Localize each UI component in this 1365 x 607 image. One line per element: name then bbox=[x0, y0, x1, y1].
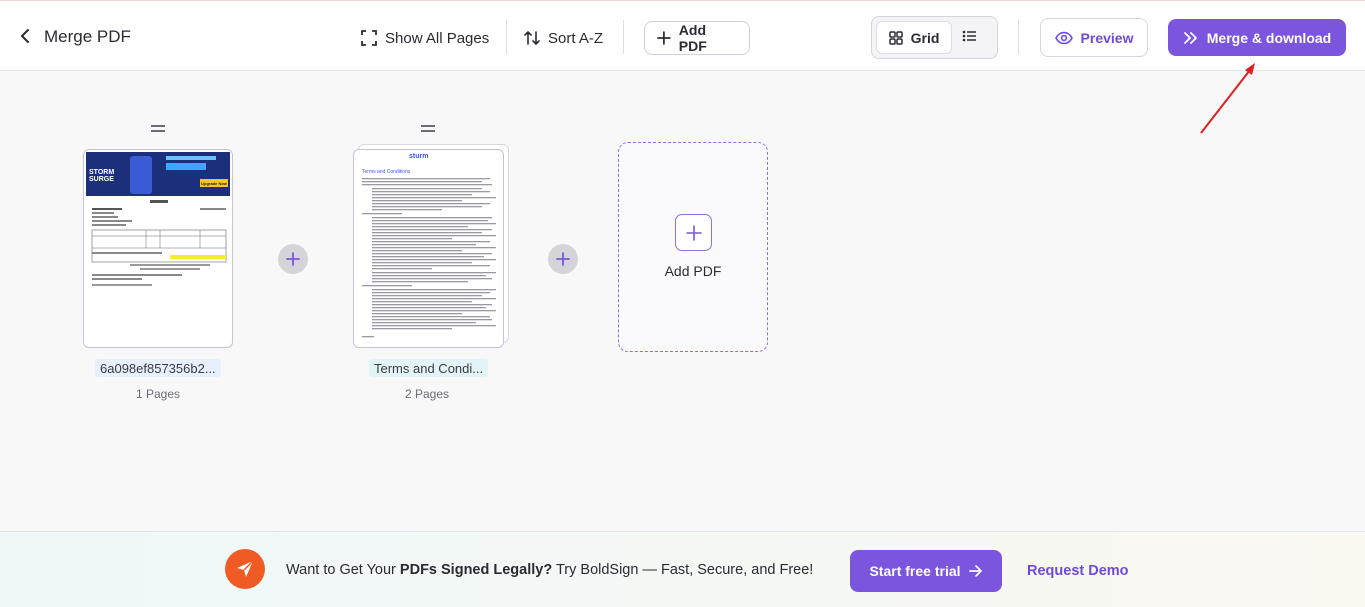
add-pdf-plus-box bbox=[675, 214, 712, 251]
drag-handle-icon[interactable] bbox=[151, 125, 165, 132]
promo-text: Want to Get Your PDFs Signed Legally? Tr… bbox=[286, 562, 814, 578]
add-pdf-label: Add PDF bbox=[678, 22, 707, 54]
divider bbox=[506, 20, 507, 54]
file-name[interactable]: 6a098ef857356b2... bbox=[95, 359, 221, 377]
merge-download-label: Merge & download bbox=[1206, 29, 1332, 46]
thumb-document-content bbox=[91, 200, 227, 286]
thumb-banner-line1: STORM bbox=[89, 169, 115, 176]
page-count: 1 Pages bbox=[136, 387, 181, 401]
plus-icon bbox=[685, 224, 702, 241]
promo-banner: Want to Get Your PDFs Signed Legally? Tr… bbox=[0, 531, 1365, 607]
thumb-doc-title: Terms and Conditions bbox=[362, 169, 411, 175]
show-all-pages-label: Show All Pages bbox=[385, 29, 490, 47]
chevron-left-icon bbox=[21, 29, 29, 43]
start-free-trial-label: Start free trial bbox=[869, 563, 961, 579]
list-icon bbox=[962, 30, 976, 42]
divider bbox=[623, 20, 624, 54]
top-toolbar: Merge PDF Show All Pages Sort A-Z Add PD… bbox=[0, 0, 1365, 71]
add-pdf-button[interactable]: Add PDF bbox=[644, 21, 750, 55]
sort-label: Sort A-Z bbox=[548, 29, 604, 47]
show-all-pages-button[interactable]: Show All Pages bbox=[361, 21, 489, 55]
eye-icon bbox=[1054, 31, 1073, 44]
arrow-right-icon bbox=[968, 565, 982, 577]
thumb-document-content bbox=[362, 178, 496, 338]
merge-download-button[interactable]: Merge & download bbox=[1168, 19, 1346, 56]
plus-icon bbox=[556, 252, 570, 266]
sort-button[interactable]: Sort A-Z bbox=[524, 21, 603, 55]
view-toggle: Grid bbox=[871, 16, 998, 59]
back-button[interactable] bbox=[14, 25, 36, 47]
thumb-banner-image: STORM SURGE Upgrade Now bbox=[86, 152, 230, 196]
boldsign-logo bbox=[225, 549, 265, 589]
list-view-button[interactable] bbox=[962, 29, 982, 47]
drag-handle-icon[interactable] bbox=[421, 125, 435, 132]
grid-icon bbox=[888, 30, 903, 45]
thumb-cta: Upgrade Now bbox=[200, 179, 228, 187]
thumb-banner-line2: SURGE bbox=[89, 176, 114, 183]
file-thumbnail[interactable]: STORM SURGE Upgrade Now bbox=[83, 149, 233, 348]
preview-label: Preview bbox=[1080, 29, 1134, 46]
add-pdf-dropzone[interactable]: Add PDF bbox=[618, 142, 768, 352]
preview-button[interactable]: Preview bbox=[1040, 18, 1148, 57]
double-chevron-right-icon bbox=[1183, 31, 1197, 44]
plus-icon bbox=[286, 252, 300, 266]
add-pdf-dropzone-label: Add PDF bbox=[664, 263, 722, 279]
page-count: 2 Pages bbox=[405, 387, 450, 401]
plus-icon bbox=[657, 31, 671, 45]
sort-arrows-icon bbox=[524, 31, 540, 45]
start-free-trial-button[interactable]: Start free trial bbox=[850, 550, 1002, 592]
grid-view-button[interactable]: Grid bbox=[876, 21, 952, 54]
file-thumbnail[interactable]: sturm Terms and Conditions bbox=[353, 149, 504, 348]
send-arrow-icon bbox=[237, 560, 254, 577]
insert-between-button[interactable] bbox=[548, 244, 578, 274]
expand-icon bbox=[361, 30, 377, 46]
divider bbox=[1018, 20, 1019, 54]
insert-between-button[interactable] bbox=[278, 244, 308, 274]
grid-view-label: Grid bbox=[910, 29, 940, 46]
page-title: Merge PDF bbox=[44, 27, 131, 46]
request-demo-link[interactable]: Request Demo bbox=[1027, 563, 1129, 579]
file-name[interactable]: Terms and Condi... bbox=[369, 359, 489, 377]
